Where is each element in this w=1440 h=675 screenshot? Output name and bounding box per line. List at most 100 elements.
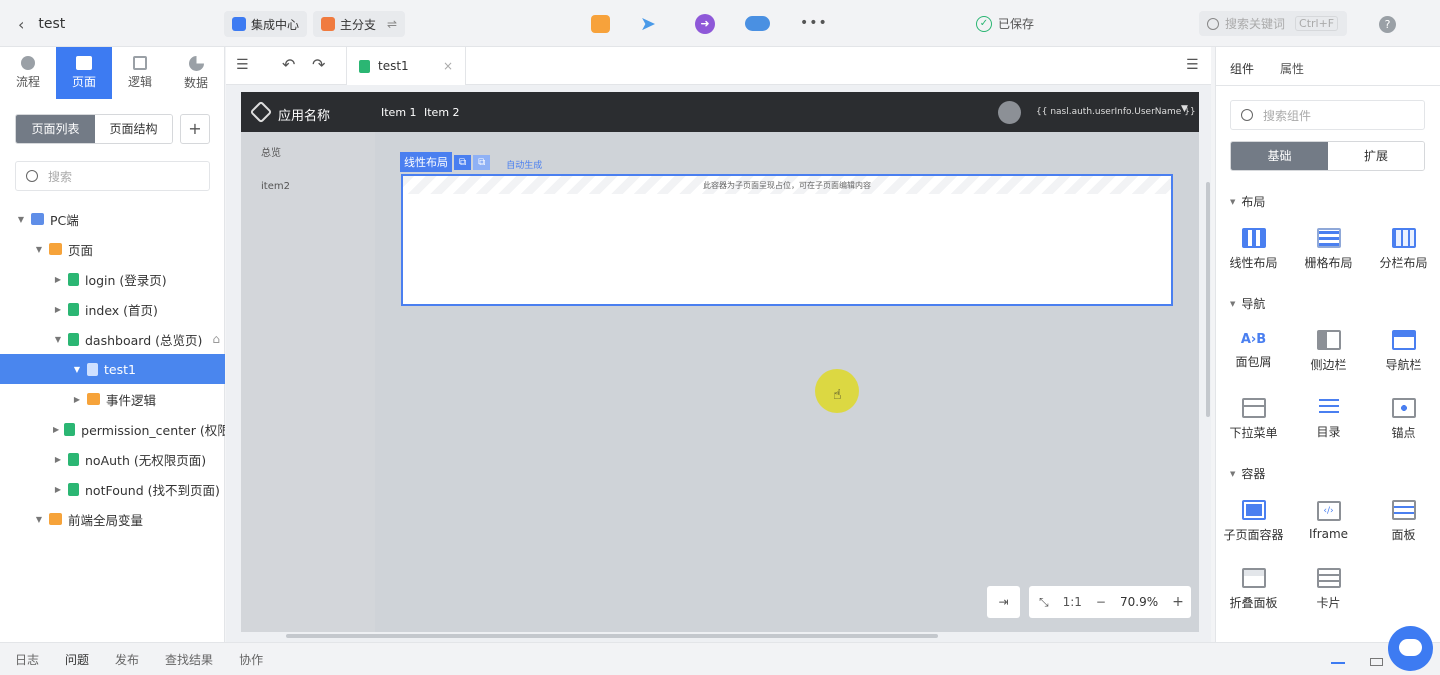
tab-flow[interactable]: 流程 xyxy=(0,47,56,99)
tab-properties[interactable]: 属性 xyxy=(1280,60,1304,77)
tree-item-permission-center[interactable]: ▶ permission_center (权限中 xyxy=(0,414,225,444)
caret-right-icon[interactable]: ▶ xyxy=(72,395,82,404)
tab-logic[interactable]: 逻辑 xyxy=(112,47,168,99)
caret-right-icon[interactable]: ▶ xyxy=(53,305,63,314)
tree-item-global-vars[interactable]: ▼ 前端全局变量 xyxy=(0,504,225,534)
redo-icon[interactable]: ↷ xyxy=(312,55,325,74)
component-anchor[interactable]: 锚点 xyxy=(1366,389,1440,449)
zoom-level: 70.9% xyxy=(1119,595,1159,609)
subpage-container[interactable]: 此容器为子页面呈现占位，可在子页面编辑内容 xyxy=(401,174,1173,306)
component-breadcrumb[interactable]: A›B 面包屑 xyxy=(1216,321,1291,381)
compress-icon[interactable]: ⤡ xyxy=(1039,595,1049,610)
tab-log[interactable]: 日志 xyxy=(15,651,39,668)
design-canvas[interactable]: 应用名称 Item 1 Item 2 {{ nasl.auth.userInfo… xyxy=(241,92,1199,632)
linear-layout-tag[interactable]: 线性布局 xyxy=(400,152,452,172)
caret-right-icon[interactable]: ▶ xyxy=(53,425,59,434)
tree-item-dashboard[interactable]: ▼ dashboard (总览页) ⌂ xyxy=(0,324,225,354)
tree-item-login[interactable]: ▶ login (登录页) xyxy=(0,264,225,294)
minimize-icon[interactable] xyxy=(1331,662,1345,664)
tree-item-pages[interactable]: ▼ 页面 xyxy=(0,234,225,264)
caret-down-icon[interactable]: ▼ xyxy=(34,245,44,254)
undo-icon[interactable]: ↶ xyxy=(282,55,295,74)
caret-down-icon[interactable]: ▼ xyxy=(34,515,44,524)
component-search-input[interactable]: 搜索组件 xyxy=(1230,100,1425,130)
more-icon[interactable]: ••• xyxy=(800,15,828,31)
vertical-scrollbar[interactable] xyxy=(1206,182,1210,417)
component-panel[interactable]: 面板 xyxy=(1366,491,1440,551)
tab-search-results[interactable]: 查找结果 xyxy=(165,651,213,668)
outline-toggle-icon[interactable]: ☰ xyxy=(236,57,249,73)
actual-size-button[interactable]: 1:1 xyxy=(1063,595,1082,609)
tab-collaboration[interactable]: 协作 xyxy=(239,651,263,668)
component-grid-layout[interactable]: 栅格布局 xyxy=(1291,219,1366,279)
back-arrow-icon[interactable]: ‹ xyxy=(18,15,24,34)
chat-assistant-button[interactable] xyxy=(1388,626,1433,671)
caret-right-icon[interactable]: ▶ xyxy=(53,275,63,284)
close-tab-icon[interactable]: × xyxy=(443,59,453,73)
branch-button[interactable]: 主分支 ⇌ xyxy=(313,11,406,37)
section-navigation[interactable]: ▼ 导航 xyxy=(1230,295,1265,312)
caret-down-icon[interactable]: ▼ xyxy=(16,215,26,224)
component-subpage-container[interactable]: 子页面容器 xyxy=(1216,491,1291,551)
page-search-input[interactable]: 搜索 xyxy=(15,161,210,191)
send-plane-icon[interactable]: ➤ xyxy=(640,13,656,35)
page-list-button[interactable]: 页面列表 xyxy=(16,115,95,143)
toc-icon xyxy=(1318,398,1339,417)
tab-components[interactable]: 组件 xyxy=(1230,60,1254,77)
help-icon[interactable]: ? xyxy=(1379,16,1396,33)
component-collapse-panel[interactable]: 折叠面板 xyxy=(1216,559,1291,619)
section-title: 布局 xyxy=(1241,195,1266,209)
cloud-icon[interactable] xyxy=(745,16,770,31)
nav-item-2[interactable]: Item 2 xyxy=(424,106,460,119)
zoom-in-button[interactable]: + xyxy=(1172,594,1184,610)
duplicate-icon[interactable]: ⧉ xyxy=(473,154,491,170)
component-toc[interactable]: 目录 xyxy=(1291,389,1366,449)
basic-button[interactable]: 基础 xyxy=(1231,142,1328,170)
zoom-out-button[interactable]: − xyxy=(1096,595,1106,609)
tab-problems[interactable]: 问题 xyxy=(65,651,89,668)
component-iframe[interactable]: ‹/› Iframe xyxy=(1291,491,1366,551)
component-dropdown-menu[interactable]: 下拉菜单 xyxy=(1216,389,1291,449)
tab-data[interactable]: 数据 xyxy=(168,47,224,99)
component-navbar[interactable]: 导航栏 xyxy=(1366,321,1440,381)
tab-page[interactable]: 页面 xyxy=(56,47,112,99)
tab-publish[interactable]: 发布 xyxy=(115,651,139,668)
plugin-orange-icon[interactable] xyxy=(591,15,610,33)
nav-item-1[interactable]: Item 1 xyxy=(381,106,417,119)
component-linear-layout[interactable]: 线性布局 xyxy=(1216,219,1291,279)
component-column-layout[interactable]: 分栏布局 xyxy=(1366,219,1440,279)
caret-down-icon[interactable]: ▼ xyxy=(72,365,82,374)
caret-right-icon[interactable]: ▶ xyxy=(53,455,63,464)
home-icon[interactable]: ⌂ xyxy=(212,332,220,346)
add-page-button[interactable]: + xyxy=(180,114,210,144)
tab-test1[interactable]: test1 × xyxy=(346,47,466,85)
chevron-down-icon[interactable]: ▼ xyxy=(1181,104,1188,114)
arrow-circle-icon[interactable]: ➜ xyxy=(695,14,715,34)
page-structure-button[interactable]: 页面结构 xyxy=(95,115,172,143)
tree-item-noauth[interactable]: ▶ noAuth (无权限页面) xyxy=(0,444,225,474)
auto-generate-link[interactable]: 自动生成 xyxy=(506,158,542,171)
tree-item-event-logic[interactable]: ▶ 事件逻辑 xyxy=(0,384,225,414)
maximize-icon[interactable] xyxy=(1370,658,1383,666)
section-layout[interactable]: ▼ 布局 xyxy=(1230,193,1265,210)
copy-icon[interactable]: ⧉ xyxy=(454,154,472,170)
horizontal-scrollbar[interactable] xyxy=(286,634,938,638)
component-sidebar[interactable]: 侧边栏 xyxy=(1291,321,1366,381)
fit-width-button[interactable]: ⇥ xyxy=(987,586,1020,618)
tree-item-index[interactable]: ▶ index (首页) xyxy=(0,294,225,324)
component-card[interactable]: 卡片 xyxy=(1291,559,1366,619)
integration-center-button[interactable]: 集成中心 xyxy=(224,11,308,37)
section-container[interactable]: ▼ 容器 xyxy=(1230,465,1265,482)
component-label: 侧边栏 xyxy=(1310,357,1347,372)
caret-down-icon[interactable]: ▼ xyxy=(53,335,63,344)
tree-item-pc[interactable]: ▼ PC端 xyxy=(0,204,225,234)
sidebar-item-item2[interactable]: item2 xyxy=(261,181,290,192)
caret-right-icon[interactable]: ▶ xyxy=(53,485,63,494)
extend-button[interactable]: 扩展 xyxy=(1328,142,1424,170)
tree-item-notfound[interactable]: ▶ notFound (找不到页面) xyxy=(0,474,225,504)
tree-item-test1[interactable]: ▼ test1 xyxy=(0,354,225,384)
sidebar-item-overview[interactable]: 总览 xyxy=(261,144,281,159)
global-search[interactable]: 搜索关键词 Ctrl+F xyxy=(1199,11,1347,36)
user-avatar[interactable] xyxy=(998,101,1021,124)
panel-toggle-icon[interactable]: ☰ xyxy=(1186,57,1199,73)
